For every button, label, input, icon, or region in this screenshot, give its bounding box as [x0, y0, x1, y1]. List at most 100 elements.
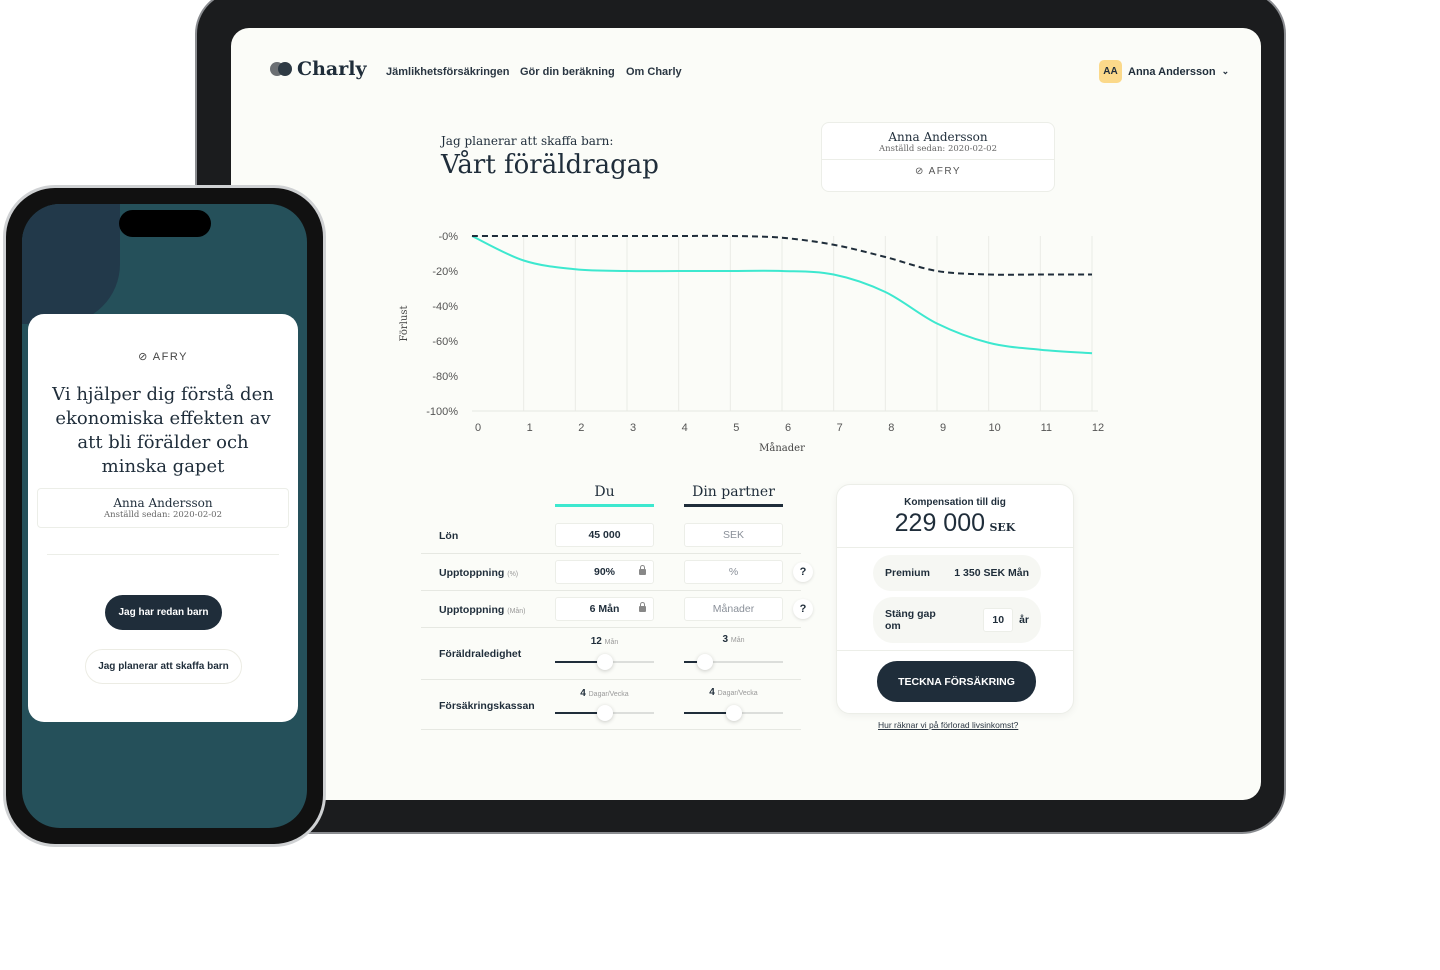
phone-headline: Vi hjälper dig förstå den ekonomiska eff… [52, 384, 274, 477]
nav-link-jamlikhet[interactable]: Jämlikhetsförsäkringen [386, 66, 510, 78]
x-tick-label: 5 [733, 422, 739, 434]
partner-topup-months-input[interactable]: Månader [684, 597, 783, 621]
afry-icon: ⊘ [138, 351, 149, 363]
slider-value: 4 [709, 687, 715, 698]
employee-since: Anställd sedan: 2020-02-02 [104, 510, 222, 520]
y-tick-label: -40% [432, 301, 458, 313]
chevron-down-icon: ⌄ [1221, 66, 1230, 76]
company-logo: ⊘ AFRY [822, 159, 1054, 177]
column-partner: Din partner [684, 484, 783, 507]
row-label: Lön [439, 530, 459, 542]
x-tick-label: 10 [989, 422, 1001, 434]
premium-label: Premium [885, 567, 930, 579]
y-tick-label: -0% [438, 231, 458, 243]
phone-bg-shape [22, 204, 120, 324]
y-tick-label: -20% [432, 266, 458, 278]
row-label: Försäkringskassan [439, 700, 535, 712]
partner-topup-percent-input[interactable]: % [684, 560, 783, 584]
x-axis-label: Månader [759, 442, 805, 454]
charly-logo[interactable]: Charly [269, 58, 367, 80]
slider-unit: Mån [604, 639, 619, 646]
phone-employee-card: Anna Andersson Anställd sedan: 2020-02-0… [37, 488, 289, 528]
du-topup-percent-input[interactable]: 90% [555, 560, 654, 584]
form-row-upptoppning-man: Upptoppning (Mån) 6 Mån Månader ? [421, 591, 813, 628]
y-tick-label: -80% [432, 371, 458, 383]
compensation-card: Kompensation till dig 229 000 SEK Premiu… [836, 484, 1074, 714]
y-tick-label: -100% [426, 406, 458, 418]
nav-link-berakning[interactable]: Gör din beräkning [520, 66, 615, 78]
divider [47, 554, 279, 555]
already-have-kids-button[interactable]: Jag har redan barn [105, 595, 222, 630]
column-du: Du [555, 484, 654, 507]
close-gap-label: Stäng gap om [885, 608, 936, 632]
page-subtitle: Jag planerar att skaffa barn: [441, 134, 614, 148]
close-gap-years-input[interactable]: 10 [983, 608, 1014, 632]
row-label: Upptoppning [439, 567, 505, 579]
row-label: Upptoppning [439, 604, 505, 616]
page-title: Vårt föräldragap [441, 150, 659, 180]
form-row-lon: Lön 45 000 SEK [421, 517, 801, 554]
welcome-card: ⊘ AFRY Vi hjälper dig förstå den ekonomi… [28, 314, 298, 722]
user-menu[interactable]: AA Anna Andersson ⌄ [1099, 60, 1229, 83]
company-logo: ⊘ AFRY [28, 350, 298, 363]
row-unit: (Mån) [507, 608, 526, 615]
input-value: 6 Mån [589, 603, 620, 615]
form-row-forsakringskassan: Försäkringskassan 4 Dagar/Vecka 4 Dagar/… [421, 680, 801, 730]
partner-fk-slider[interactable] [684, 705, 783, 721]
y-axis-label: Förlust [399, 306, 410, 342]
user-name: Anna Andersson [1128, 65, 1216, 78]
nav-link-om[interactable]: Om Charly [626, 66, 682, 78]
slider-value: 3 [722, 634, 729, 645]
slider-value: 4 [580, 688, 586, 699]
afry-icon: ⊘ [914, 166, 925, 177]
row-unit: (%) [507, 571, 519, 578]
slider-unit: Mån [730, 637, 745, 644]
form-row-upptoppning-procent: Upptoppning (%) 90% % ? [421, 554, 813, 591]
close-gap-unit: år [1019, 614, 1029, 626]
employee-since: Anställd sedan: 2020-02-02 [879, 144, 997, 154]
x-tick-label: 12 [1092, 422, 1104, 434]
loss-chart: 0 1 2 3 4 5 6 7 8 9 10 11 12-0%-20%-40%-60%-80%-100%… [399, 231, 1104, 454]
company-name: AFRY [928, 166, 962, 177]
compensation-title: Kompensation till dig [904, 497, 1006, 508]
sign-insurance-button[interactable]: TECKNA FÖRSÄKRING [877, 661, 1036, 702]
x-tick-label: 8 [888, 422, 894, 434]
calculation-info-link[interactable]: Hur räknar vi på förlorad livsinkomst? [878, 720, 1018, 730]
brand-name: Charly [297, 58, 367, 80]
avatar: AA [1099, 60, 1122, 83]
row-label: Föräldraledighet [439, 648, 522, 660]
compensation-amount: 229 000 [894, 509, 986, 537]
du-topup-months-input[interactable]: 6 Mån [555, 597, 654, 621]
compensation-currency: SEK [989, 521, 1016, 534]
charly-logo-icon [270, 62, 292, 76]
employee-card: Anna Andersson Anställd sedan: 2020-02-0… [821, 122, 1055, 192]
input-value: 90% [593, 566, 615, 578]
x-tick-label: 0 [475, 422, 481, 434]
dynamic-island [119, 210, 211, 237]
du-salary-input[interactable]: 45 000 [555, 523, 654, 547]
du-leave-slider[interactable] [555, 654, 654, 670]
partner-leave-slider[interactable] [684, 654, 783, 670]
premium-row: Premium 1 350 SEK Mån [873, 555, 1041, 591]
x-tick-label: 6 [785, 422, 791, 434]
help-button[interactable]: ? [793, 562, 813, 582]
y-tick-label: -60% [432, 336, 458, 348]
premium-value: 1 350 SEK Mån [954, 567, 1029, 579]
lock-icon [639, 602, 646, 612]
x-tick-label: 1 [527, 422, 533, 434]
slider-unit: Dagar/Vecka [588, 691, 629, 698]
company-name: AFRY [152, 351, 188, 363]
phone-screen: ⊘ AFRY Vi hjälper dig förstå den ekonomi… [22, 204, 307, 828]
planning-kids-button[interactable]: Jag planerar att skaffa barn [85, 649, 242, 684]
du-fk-slider[interactable] [555, 705, 654, 721]
employee-name: Anna Andersson [113, 496, 213, 510]
x-tick-label: 11 [1041, 422, 1052, 434]
x-tick-label: 3 [630, 422, 636, 434]
x-tick-label: 2 [578, 422, 584, 434]
lock-icon [639, 565, 646, 575]
slider-unit: Dagar/Vecka [717, 690, 758, 697]
employee-name: Anna Andersson [888, 130, 988, 144]
partner-salary-input[interactable]: SEK [684, 523, 783, 547]
help-button[interactable]: ? [793, 599, 813, 619]
x-tick-label: 4 [682, 422, 688, 434]
